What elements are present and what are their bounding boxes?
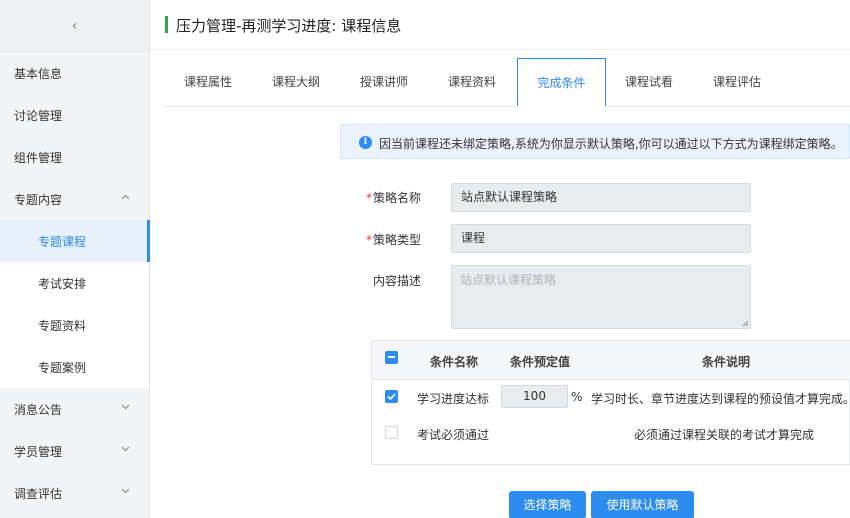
description-label: 内容描述 (373, 274, 422, 288)
info-icon: i (359, 136, 372, 149)
tab-course-materials[interactable]: 课程资料 (428, 58, 516, 107)
sidebar-item-components[interactable]: 组件管理 (0, 136, 149, 178)
main-content: 压力管理-再测学习进度: 课程信息 课程属性 课程大纲 授课讲师 课程资料 完成… (150, 0, 850, 518)
notice-text: 因当前课程还未绑定策略,系统为你显示默认策略,你可以通过以下方式为课程绑定策略。 (379, 137, 843, 151)
use-default-strategy-button[interactable]: 使用默认策略 (591, 491, 694, 518)
required-mark: * (366, 191, 372, 205)
page-title: 压力管理-再测学习进度: 课程信息 (176, 17, 402, 35)
sidebar-collapse-button[interactable]: ‹ (0, 0, 149, 52)
condition-desc: 学习时长、章节进度达到课程的预设值才算完成。 (591, 392, 850, 406)
table-row: 考试必须通过 必须通过课程关联的考试才算完成 (372, 417, 850, 449)
select-all-checkbox[interactable] (385, 351, 398, 364)
table-header: 条件名称 条件预定值 条件说明 (372, 341, 850, 380)
strategy-type-field[interactable]: 课程 (451, 224, 751, 253)
condition-name: 学习进度达标 (417, 392, 490, 406)
tab-course-preview[interactable]: 课程试看 (605, 58, 693, 107)
sidebar-item-label: 学员管理 (14, 444, 63, 459)
tab-course-evaluation[interactable]: 课程评估 (693, 58, 781, 107)
sidebar-item-label: 专题内容 (14, 192, 63, 207)
strategy-type-label: *策略类型 (366, 233, 422, 247)
resize-grip-icon[interactable] (742, 320, 749, 327)
sidebar-item-label: 考试安排 (38, 276, 87, 291)
header-condition-desc: 条件说明 (702, 355, 751, 369)
tab-lecturers[interactable]: 授课讲师 (340, 58, 428, 107)
chevron-down-icon (119, 401, 131, 413)
chevron-down-icon (119, 485, 131, 497)
chevron-down-icon (119, 443, 131, 455)
description-textarea[interactable]: 站点默认课程策略 (451, 265, 751, 329)
row-checkbox[interactable] (385, 426, 398, 439)
tab-course-outline[interactable]: 课程大纲 (252, 58, 340, 107)
sidebar-item-label: 专题资料 (38, 318, 87, 333)
sidebar-item-topic-courses[interactable]: 专题课程 (0, 220, 150, 262)
sidebar-item-label: 消息公告 (14, 402, 63, 417)
sidebar-item-topic-content[interactable]: 专题内容 (0, 178, 149, 220)
tab-course-attributes[interactable]: 课程属性 (164, 58, 252, 107)
sidebar-item-label: 调查评估 (14, 486, 63, 501)
preset-value-input[interactable]: 100 (501, 385, 568, 408)
conditions-table: 条件名称 条件预定值 条件说明 学习进度达标 100 % 学习时长、章节进度达到… (371, 340, 850, 465)
header-condition-name: 条件名称 (430, 355, 479, 369)
strategy-name-label: *策略名称 (366, 191, 422, 205)
select-strategy-button[interactable]: 选择策略 (509, 491, 586, 518)
chevron-left-icon: ‹ (71, 17, 78, 34)
sidebar-item-label: 专题课程 (38, 234, 87, 249)
chevron-up-icon (119, 191, 131, 203)
sidebar-item-label: 专题案例 (38, 360, 87, 375)
sidebar-item-label: 基本信息 (14, 66, 63, 81)
table-row: 学习进度达标 100 % 学习时长、章节进度达到课程的预设值才算完成。 (372, 381, 850, 413)
sidebar-item-topic-materials[interactable]: 专题资料 (0, 304, 149, 346)
strategy-name-field[interactable]: 站点默认课程策略 (451, 183, 751, 212)
header-preset-value: 条件预定值 (510, 355, 571, 369)
sidebar-item-basic-info[interactable]: 基本信息 (0, 52, 149, 94)
checkmark-icon (387, 393, 396, 401)
condition-desc: 必须通过课程关联的考试才算完成 (634, 428, 815, 442)
required-mark: * (366, 233, 372, 247)
page-header: 压力管理-再测学习进度: 课程信息 (150, 0, 850, 50)
tab-bar: 课程属性 课程大纲 授课讲师 课程资料 完成条件 课程试看 课程评估 (164, 58, 850, 107)
sidebar-item-discussion[interactable]: 讨论管理 (0, 94, 149, 136)
tab-completion-conditions[interactable]: 完成条件 (517, 58, 606, 107)
condition-name: 考试必须通过 (417, 428, 490, 442)
notice-banner: i 因当前课程还未绑定策略,系统为你显示默认策略,你可以通过以下方式为课程绑定策… (340, 124, 850, 159)
sidebar-item-surveys[interactable]: 调查评估 (0, 472, 149, 514)
sidebar-item-exam-schedule[interactable]: 考试安排 (0, 262, 149, 304)
header-accent-bar (165, 16, 168, 33)
sidebar-item-announcements[interactable]: 消息公告 (0, 388, 149, 430)
sidebar-item-label: 讨论管理 (14, 108, 63, 123)
preset-unit: % (571, 390, 583, 404)
sidebar-item-students[interactable]: 学员管理 (0, 430, 149, 472)
row-checkbox[interactable] (385, 390, 398, 403)
sidebar: ‹ 基本信息 讨论管理 组件管理 专题内容 专题课程 考试安排 专题资料 专题案… (0, 0, 150, 518)
sidebar-item-label: 组件管理 (14, 150, 63, 165)
sidebar-item-topic-cases[interactable]: 专题案例 (0, 346, 149, 388)
